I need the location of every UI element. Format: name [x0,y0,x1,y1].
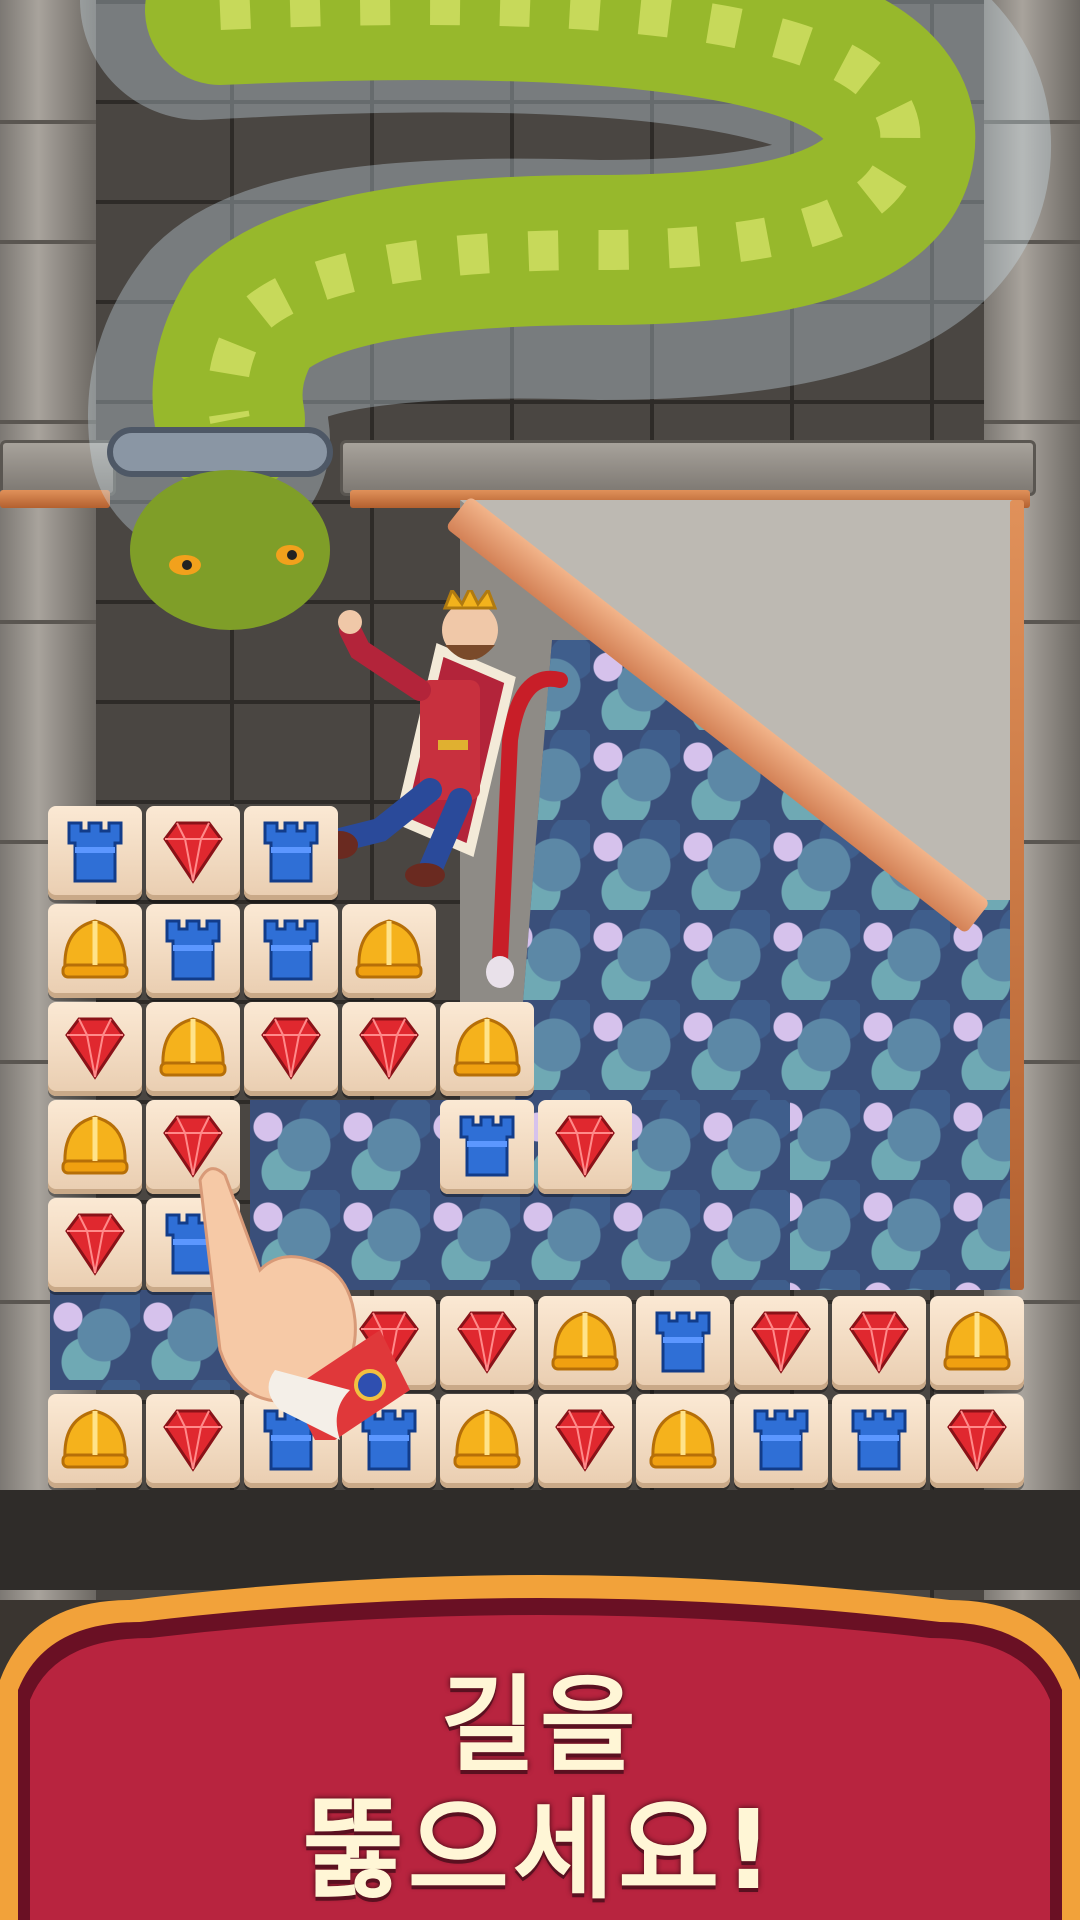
tile-helmet[interactable] [48,904,142,998]
tile-gem[interactable] [440,1296,534,1390]
helmet-icon [55,1399,135,1483]
helmet-icon [937,1301,1017,1385]
tile-gem[interactable] [342,1002,436,1096]
gem-icon [153,811,233,895]
tile-tower[interactable] [734,1394,828,1488]
tile-helmet[interactable] [930,1296,1024,1390]
king-character [322,590,516,887]
banner-line-2: 뚫으세요! [302,1786,778,1914]
tile-helmet[interactable] [440,1394,534,1488]
tile-helmet[interactable] [48,1394,142,1488]
gem-icon [545,1105,625,1189]
tower-icon [153,909,233,993]
tower-icon [643,1301,723,1385]
tower-icon [251,909,331,993]
tile-helmet[interactable] [146,1002,240,1096]
gem-icon [55,1007,135,1091]
tile-gem[interactable] [48,1002,142,1096]
gem-icon [839,1301,919,1385]
game-scene: 길을 뚫으세요! [0,0,1080,1920]
tower-icon [447,1105,527,1189]
tile-helmet[interactable] [342,904,436,998]
tile-helmet[interactable] [440,1002,534,1096]
tile-gem[interactable] [538,1100,632,1194]
tile-tower[interactable] [244,806,338,900]
gem-icon [741,1301,821,1385]
tile-helmet[interactable] [538,1296,632,1390]
tile-gem[interactable] [832,1296,926,1390]
tower-icon [741,1399,821,1483]
gem-icon [251,1007,331,1091]
tile-gem[interactable] [734,1296,828,1390]
gem-icon [937,1399,1017,1483]
tile-gem[interactable] [48,1198,142,1292]
tile-tower[interactable] [244,904,338,998]
helmet-icon [447,1007,527,1091]
tile-gem[interactable] [930,1394,1024,1488]
tile-gem[interactable] [146,806,240,900]
tile-gem[interactable] [244,1002,338,1096]
gem-icon [349,1007,429,1091]
tile-helmet[interactable] [636,1394,730,1488]
helmet-icon [55,909,135,993]
gem-icon [545,1399,625,1483]
tile-tower[interactable] [832,1394,926,1488]
helmet-icon [643,1399,723,1483]
tile-helmet[interactable] [48,1100,142,1194]
snake-creature [80,0,1051,630]
helmet-icon [153,1007,233,1091]
helmet-icon [447,1399,527,1483]
gem-icon [55,1203,135,1287]
tile-tower[interactable] [146,904,240,998]
tile-tower[interactable] [48,806,142,900]
tile-tower[interactable] [440,1100,534,1194]
helmet-icon [55,1105,135,1189]
tower-icon [55,811,135,895]
pointing-hand-icon [198,1167,410,1440]
helmet-icon [349,909,429,993]
tower-icon [839,1399,919,1483]
tile-tower[interactable] [636,1296,730,1390]
gem-icon [447,1301,527,1385]
helmet-icon [545,1301,625,1385]
tower-icon [251,811,331,895]
tile-gem[interactable] [538,1394,632,1488]
